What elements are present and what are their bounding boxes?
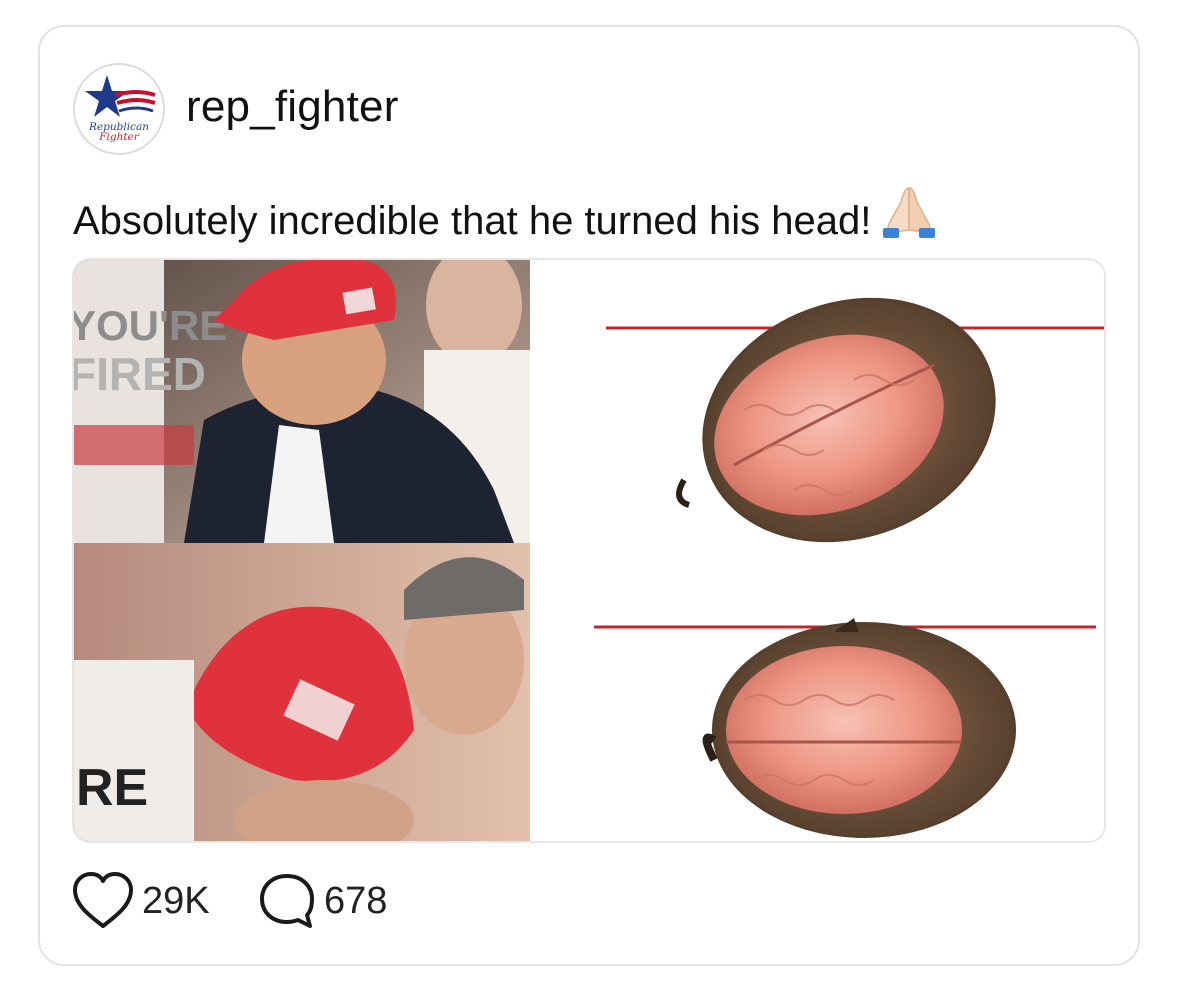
comment-button[interactable]: 678 <box>256 870 387 932</box>
folded-hands-emoji-icon <box>879 184 939 248</box>
like-count: 29K <box>142 879 210 922</box>
comment-count: 678 <box>324 879 388 922</box>
sign-text-top-1: YOU'RE <box>74 302 227 349</box>
post-caption: Absolutely incredible that he turned his… <box>73 184 939 248</box>
like-button[interactable]: 29K <box>70 870 210 932</box>
photo-top-left: YOU'RE FIRED <box>74 260 534 543</box>
caption-text: Absolutely incredible that he turned his… <box>73 199 872 243</box>
post-image[interactable]: YOU'RE FIRED RE <box>72 258 1106 843</box>
speech-bubble-icon <box>260 874 314 928</box>
avatar-lettering: Republican Fighter <box>89 121 149 143</box>
photo-bottom-left: RE <box>74 543 530 841</box>
username[interactable]: rep_fighter <box>186 82 399 132</box>
sign-text-top-2: FIRED <box>74 348 206 400</box>
avatar[interactable]: Republican Fighter <box>73 63 165 155</box>
heart-icon <box>73 872 133 928</box>
sign-text-bottom: RE <box>76 759 148 817</box>
